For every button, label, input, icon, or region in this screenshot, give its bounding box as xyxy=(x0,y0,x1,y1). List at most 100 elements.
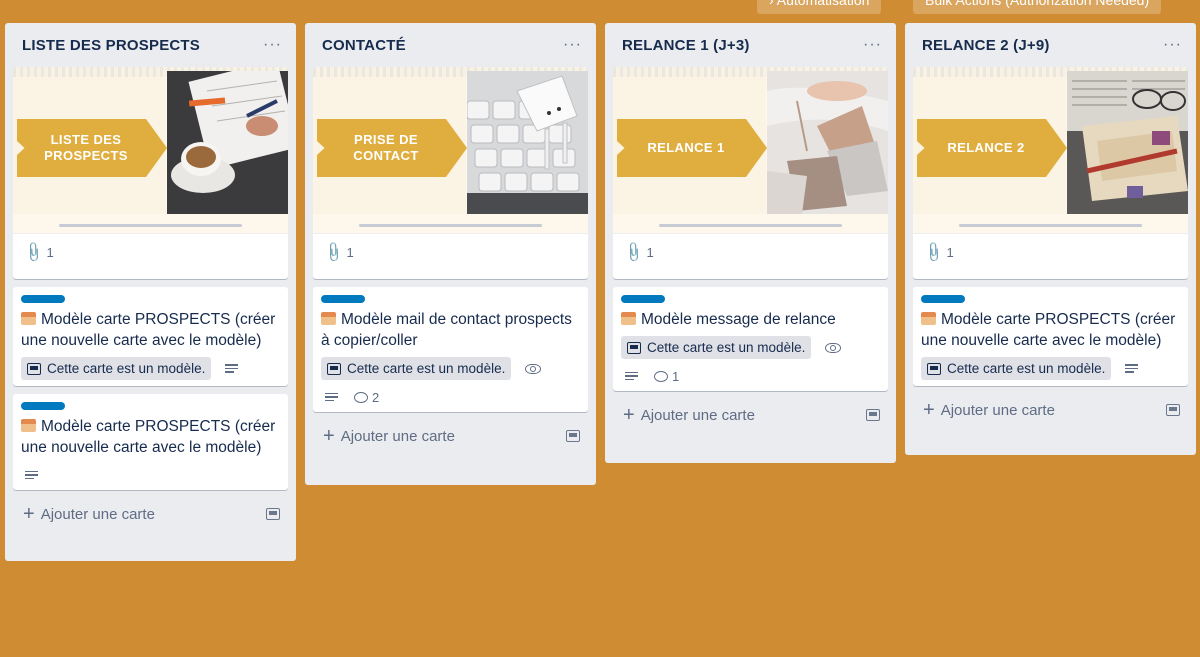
template-badge: Cette carte est un modèle. xyxy=(321,357,512,380)
plus-icon: + xyxy=(623,404,635,426)
card-label[interactable] xyxy=(21,402,65,410)
list-header[interactable]: LISTE DES PROSPECTS ··· xyxy=(13,23,288,67)
add-card-label: Ajouter une carte xyxy=(340,427,455,445)
list-header[interactable]: RELANCE 1 (J+3) ··· xyxy=(613,23,888,67)
package-icon xyxy=(621,312,636,325)
cover-text: CONTACT xyxy=(353,148,419,163)
template-badge-label: Cette carte est un modèle. xyxy=(47,361,206,376)
template-icon xyxy=(927,362,941,375)
comments-badge: 2 xyxy=(354,390,379,405)
create-from-template-icon[interactable] xyxy=(866,409,880,421)
cover-text: PRISE DE xyxy=(354,132,418,147)
list-relance-2: RELANCE 2 (J+9) ··· RELANCE 2 📎 1 Modèle… xyxy=(905,23,1196,455)
card-label[interactable] xyxy=(321,295,365,303)
attachment-badge: 📎 1 xyxy=(922,240,954,263)
card-title: Modèle mail de contact prospects à copie… xyxy=(321,311,572,349)
list-title[interactable]: RELANCE 1 (J+3) xyxy=(622,37,750,54)
cover-photo xyxy=(467,71,588,214)
attachment-count: 1 xyxy=(946,244,954,260)
create-from-template-icon[interactable] xyxy=(266,508,280,520)
card-title: Modèle carte PROSPECTS (créer une nouvel… xyxy=(21,418,276,456)
watch-eye-icon xyxy=(825,342,842,353)
attachment-badge: 📎 1 xyxy=(622,240,654,263)
add-card-button[interactable]: + Ajouter une carte xyxy=(313,420,588,452)
cover-text: LISTE DES xyxy=(50,132,122,147)
plus-icon: + xyxy=(23,503,35,525)
template-icon xyxy=(627,341,641,354)
card-title: Modèle carte PROSPECTS (créer une nouvel… xyxy=(21,311,276,349)
list-card[interactable]: Modèle message de relance Cette carte es… xyxy=(613,287,888,391)
template-badge: Cette carte est un modèle. xyxy=(921,357,1112,380)
description-icon xyxy=(25,469,38,482)
cover-text: PROSPECTS xyxy=(44,148,128,163)
list-card[interactable]: Modèle carte PROSPECTS (créer une nouvel… xyxy=(913,287,1188,386)
add-card-button[interactable]: + Ajouter une carte xyxy=(13,498,288,530)
cover-photo xyxy=(167,71,288,214)
template-badge-label: Cette carte est un modèle. xyxy=(647,340,806,355)
package-icon xyxy=(21,312,36,325)
template-badge-label: Cette carte est un modèle. xyxy=(947,361,1106,376)
cover-card[interactable]: PRISE DE CONTACT 📎 1 xyxy=(313,67,588,279)
cover-photo xyxy=(1067,71,1188,214)
create-from-template-icon[interactable] xyxy=(566,430,580,442)
list-title[interactable]: CONTACTÉ xyxy=(322,37,406,54)
cover-card[interactable]: LISTE DES PROSPECTS 📎 1 xyxy=(13,67,288,279)
bulk-actions-label: Bulk Actions (Authorization Needed) xyxy=(925,0,1150,8)
list-menu-icon[interactable]: ··· xyxy=(863,37,882,53)
list-card[interactable]: Modèle mail de contact prospects à copie… xyxy=(313,287,588,412)
list-menu-icon[interactable]: ··· xyxy=(1163,37,1182,53)
comment-icon xyxy=(654,370,668,382)
cover-card[interactable]: RELANCE 2 📎 1 xyxy=(913,67,1188,279)
attachment-count: 1 xyxy=(646,244,654,260)
list-prospects: LISTE DES PROSPECTS ··· LISTE DES PROSPE… xyxy=(5,23,296,561)
card-cover: RELANCE 1 xyxy=(613,67,888,234)
card-label[interactable] xyxy=(621,295,665,303)
attachment-badge: 📎 1 xyxy=(22,240,54,263)
automation-label: Automatisation xyxy=(776,0,870,8)
create-from-template-icon[interactable] xyxy=(1166,404,1180,416)
paperclip-icon: 📎 xyxy=(622,239,646,264)
list-menu-icon[interactable]: ··· xyxy=(563,37,582,53)
list-header[interactable]: RELANCE 2 (J+9) ··· xyxy=(913,23,1188,67)
template-badge: Cette carte est un modèle. xyxy=(621,336,812,359)
list-contacte: CONTACTÉ ··· PRISE DE CONTACT 📎 1 Modèle… xyxy=(305,23,596,485)
automation-button[interactable]: › Automatisation xyxy=(757,0,882,14)
watch-eye-icon xyxy=(525,363,542,374)
add-card-label: Ajouter une carte xyxy=(640,406,755,424)
bulk-actions-button[interactable]: Bulk Actions (Authorization Needed) xyxy=(913,0,1162,14)
card-cover: RELANCE 2 xyxy=(913,67,1188,234)
automation-icon: › xyxy=(769,0,774,8)
package-icon xyxy=(21,419,36,432)
list-card[interactable]: Modèle carte PROSPECTS (créer une nouvel… xyxy=(13,287,288,386)
plus-icon: + xyxy=(323,425,335,447)
add-card-button[interactable]: + Ajouter une carte xyxy=(613,399,888,431)
add-card-button[interactable]: + Ajouter une carte xyxy=(913,394,1188,426)
attachment-count: 1 xyxy=(46,244,54,260)
paperclip-icon: 📎 xyxy=(22,239,46,264)
card-title: Modèle message de relance xyxy=(641,311,836,328)
card-cover: PRISE DE CONTACT xyxy=(313,67,588,234)
package-icon xyxy=(921,312,936,325)
comment-icon xyxy=(354,391,368,403)
add-card-label: Ajouter une carte xyxy=(940,401,1055,419)
list-menu-icon[interactable]: ··· xyxy=(263,37,282,53)
list-title[interactable]: LISTE DES PROSPECTS xyxy=(22,37,200,54)
comments-badge: 1 xyxy=(654,369,679,384)
cover-banner: LISTE DES PROSPECTS xyxy=(17,119,167,177)
cover-banner: RELANCE 1 xyxy=(617,119,767,177)
description-icon xyxy=(225,362,239,375)
template-icon xyxy=(27,362,41,375)
list-header[interactable]: CONTACTÉ ··· xyxy=(313,23,588,67)
card-label[interactable] xyxy=(21,295,65,303)
cover-photo xyxy=(767,71,888,214)
paperclip-icon: 📎 xyxy=(322,239,346,264)
attachment-badge: 📎 1 xyxy=(322,240,354,263)
list-title[interactable]: RELANCE 2 (J+9) xyxy=(922,37,1050,54)
comment-count: 2 xyxy=(372,389,380,405)
card-cover: LISTE DES PROSPECTS xyxy=(13,67,288,234)
list-card[interactable]: Modèle carte PROSPECTS (créer une nouvel… xyxy=(13,394,288,490)
attachment-count: 1 xyxy=(346,244,354,260)
cover-card[interactable]: RELANCE 1 📎 1 xyxy=(613,67,888,279)
card-label[interactable] xyxy=(921,295,965,303)
comment-count: 1 xyxy=(672,368,680,384)
